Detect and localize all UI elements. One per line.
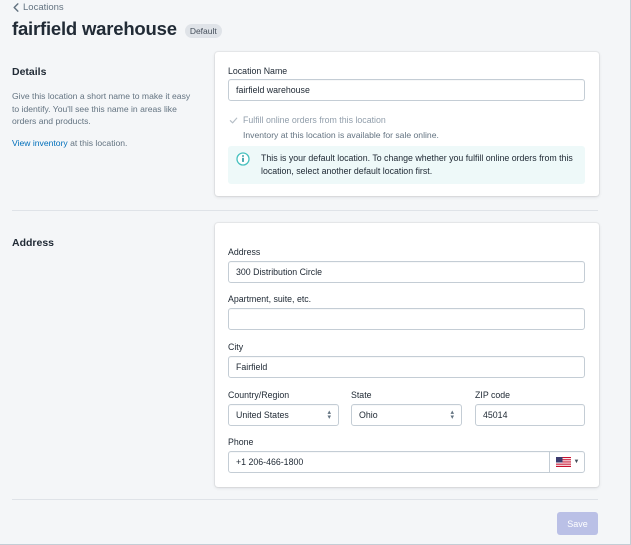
save-button[interactable]: Save	[557, 512, 598, 535]
state-label: State	[351, 390, 372, 400]
city-label: City	[228, 342, 244, 352]
fulfill-online-label: Fulfill online orders from this location	[243, 115, 386, 125]
fulfill-online-checkbox[interactable]	[228, 115, 238, 125]
apartment-label: Apartment, suite, etc.	[228, 294, 312, 304]
state-select-value: Ohio	[359, 410, 378, 420]
page-title-row: fairfield warehouse Default	[12, 18, 222, 40]
default-location-banner: This is your default location. To change…	[228, 146, 585, 184]
fulfill-online-checkbox-row[interactable]: Fulfill online orders from this location	[228, 115, 386, 125]
state-select[interactable]: Ohio ▴ ▾	[351, 404, 462, 426]
select-arrows-icon: ▴ ▾	[450, 409, 454, 421]
details-description: Give this location a short name to make …	[12, 91, 191, 126]
country-label: Country/Region	[228, 390, 290, 400]
checkmark-icon	[229, 117, 237, 123]
zip-label: ZIP code	[475, 390, 511, 400]
banner-text: This is your default location. To change…	[261, 153, 573, 176]
info-icon	[236, 152, 250, 166]
view-inventory-link[interactable]: View inventory	[12, 138, 68, 148]
view-inventory-line: View inventory at this location.	[12, 137, 197, 150]
phone-label: Phone	[228, 437, 254, 447]
view-inventory-suffix: at this location.	[67, 138, 128, 148]
address-label: Address	[228, 247, 261, 257]
location-name-input[interactable]	[228, 79, 585, 101]
country-select[interactable]: United States ▴ ▾	[228, 404, 339, 426]
breadcrumb-label[interactable]: Locations	[23, 2, 64, 13]
default-badge: Default	[184, 24, 222, 38]
fulfill-online-help: Inventory at this location is available …	[243, 130, 439, 140]
phone-input[interactable]	[228, 451, 585, 473]
us-flag-icon	[555, 457, 571, 467]
country-select-value: United States	[236, 410, 289, 420]
select-arrows-icon: ▴ ▾	[327, 409, 331, 421]
footer-divider	[12, 499, 598, 500]
address-input[interactable]	[228, 261, 585, 283]
phone-country-selector[interactable]: ▼	[549, 451, 585, 473]
zip-input[interactable]	[475, 404, 585, 426]
location-name-label: Location Name	[228, 66, 288, 76]
details-heading: Details	[12, 66, 47, 78]
apartment-input[interactable]	[228, 308, 585, 330]
section-divider	[12, 210, 598, 211]
caret-down-icon: ▼	[573, 459, 580, 465]
breadcrumb[interactable]: Locations	[12, 2, 64, 13]
page-title: fairfield warehouse	[12, 18, 177, 39]
chevron-left-icon	[13, 3, 19, 12]
city-input[interactable]	[228, 356, 585, 378]
address-heading: Address	[12, 237, 55, 249]
